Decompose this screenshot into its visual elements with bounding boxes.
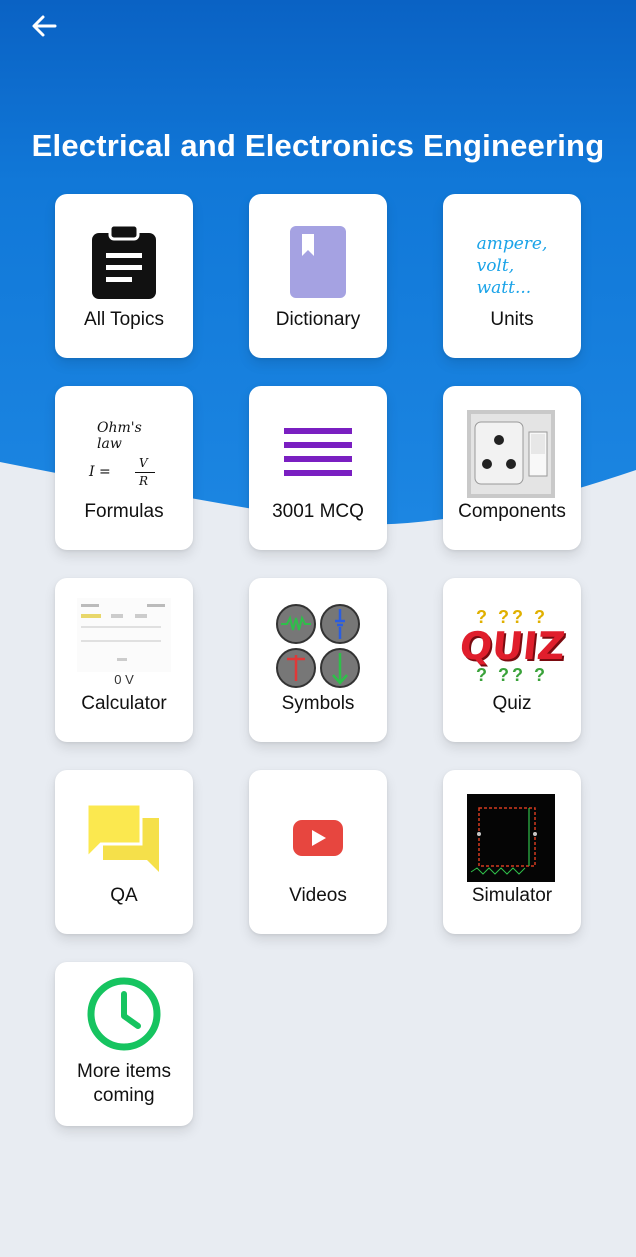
tile-units[interactable]: ampere, volt, watt... Units (443, 194, 581, 358)
tile-qa[interactable]: QA (55, 770, 193, 934)
tile-dictionary[interactable]: Dictionary (249, 194, 387, 358)
video-play-icon (268, 788, 368, 888)
tile-label: 3001 MCQ (272, 501, 364, 522)
tile-all-topics[interactable]: All Topics (55, 194, 193, 358)
tile-label: More items coming (77, 1061, 171, 1106)
tile-label: Simulator (471, 885, 553, 906)
tile-simulator[interactable]: Simulator (443, 770, 581, 934)
tile-label: Components (458, 501, 566, 522)
tile-more-items[interactable]: More items coming (55, 962, 193, 1126)
arrow-left-icon (32, 15, 57, 37)
tile-label: Units (490, 309, 534, 330)
tile-components[interactable]: Components (443, 386, 581, 550)
page-title: Electrical and Electronics Engineering (31, 128, 605, 163)
tile-symbols[interactable]: Symbols (249, 578, 387, 742)
tile-calculator[interactable]: 0 V Calculator (55, 578, 193, 742)
calculator-screenshot-icon: 0 V (77, 598, 171, 688)
units-text-icon: ampere, volt, watt... (476, 234, 548, 298)
ohms-law-icon: Ohm's law I = V R (74, 404, 174, 504)
tile-label: QA (110, 885, 138, 906)
clipboard-icon (74, 212, 174, 312)
tile-label: Calculator (81, 693, 167, 714)
circuit-symbols-icon (268, 596, 368, 696)
tile-label: All Topics (84, 309, 164, 330)
tile-label: Symbols (281, 693, 355, 714)
tile-quiz[interactable]: ? ?? ? QUIZ ? ?? ? Quiz (443, 578, 581, 742)
tile-label: Quiz (492, 693, 532, 714)
socket-switch-icon (467, 410, 555, 498)
tile-formulas[interactable]: Ohm's law I = V R Formulas (55, 386, 193, 550)
back-button[interactable] (24, 8, 64, 44)
simulator-circuit-icon (467, 794, 555, 882)
book-icon (268, 212, 368, 312)
quiz-icon: ? ?? ? QUIZ ? ?? ? (457, 607, 567, 685)
tile-label: Videos (289, 885, 347, 906)
list-lines-icon (268, 404, 368, 504)
clock-icon (74, 972, 174, 1056)
chat-bubbles-icon (74, 788, 174, 888)
tile-videos[interactable]: Videos (249, 770, 387, 934)
tile-label: Dictionary (275, 309, 361, 330)
tile-label: Formulas (84, 501, 164, 522)
tile-mcq[interactable]: 3001 MCQ (249, 386, 387, 550)
